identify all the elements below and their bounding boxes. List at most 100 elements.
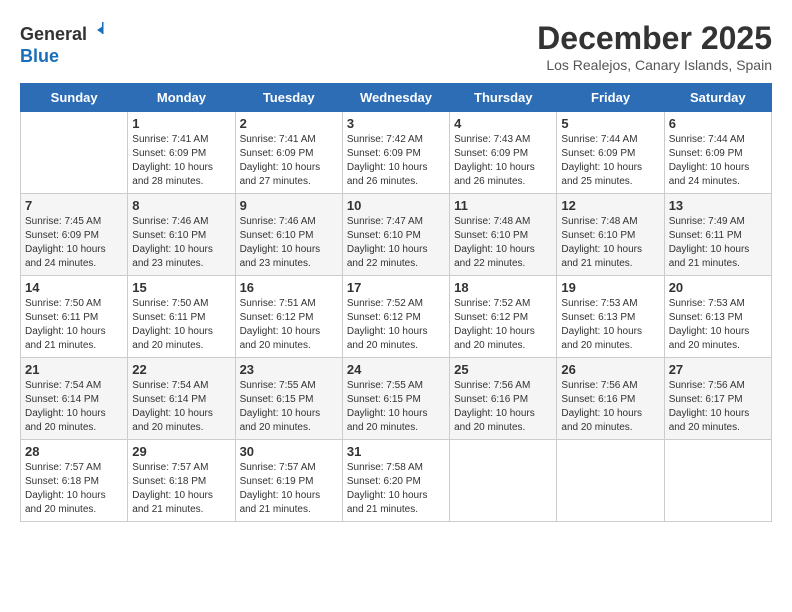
day-number: 23 <box>240 362 338 377</box>
day-number: 16 <box>240 280 338 295</box>
calendar-cell <box>664 440 771 522</box>
logo-blue: Blue <box>20 46 59 66</box>
location: Los Realejos, Canary Islands, Spain <box>537 57 772 73</box>
day-number: 25 <box>454 362 552 377</box>
day-number: 14 <box>25 280 123 295</box>
weekday-header-saturday: Saturday <box>664 84 771 112</box>
day-number: 20 <box>669 280 767 295</box>
day-number: 5 <box>561 116 659 131</box>
calendar-cell: 1Sunrise: 7:41 AM Sunset: 6:09 PM Daylig… <box>128 112 235 194</box>
day-number: 30 <box>240 444 338 459</box>
calendar-cell: 11 Sunrise: 7:48 AM Sunset: 6:10 PM Dayli… <box>450 194 557 276</box>
day-info: Sunrise: 7:48 AM Sunset: 6:10 PM Dayligh… <box>561 215 659 271</box>
calendar-cell: 14Sunrise: 7:50 AM Sunset: 6:11 PM Dayli… <box>21 276 128 358</box>
day-info: Sunrise: 7:56 AM Sunset: 6:17 PM Dayligh… <box>669 379 767 435</box>
day-info: Sunrise: 7:52 AM Sunset: 6:12 PM Dayligh… <box>454 297 552 353</box>
day-info: Sunrise: 7:54 AM Sunset: 6:14 PM Dayligh… <box>132 379 230 435</box>
day-info: Sunrise: 7:44 AM Sunset: 6:09 PM Dayligh… <box>561 133 659 189</box>
calendar-cell: 3Sunrise: 7:42 AM Sunset: 6:09 PM Daylig… <box>342 112 449 194</box>
day-number: 7 <box>25 198 123 213</box>
weekday-header-row: SundayMondayTuesdayWednesdayThursdayFrid… <box>21 84 772 112</box>
calendar-cell <box>557 440 664 522</box>
calendar-cell: 13 Sunrise: 7:49 AM Sunset: 6:11 PM Dayli… <box>664 194 771 276</box>
day-number: 24 <box>347 362 445 377</box>
calendar-cell: 9Sunrise: 7:46 AM Sunset: 6:10 PM Daylig… <box>235 194 342 276</box>
day-number: 26 <box>561 362 659 377</box>
day-info: Sunrise: 7:57 AM Sunset: 6:18 PM Dayligh… <box>132 461 230 517</box>
day-info: Sunrise: 7:46 AM Sunset: 6:10 PM Dayligh… <box>240 215 338 271</box>
day-info: Sunrise: 7:56 AM Sunset: 6:16 PM Dayligh… <box>454 379 552 435</box>
day-info: Sunrise: 7:53 AM Sunset: 6:13 PM Dayligh… <box>669 297 767 353</box>
day-info: Sunrise: 7:52 AM Sunset: 6:12 PM Dayligh… <box>347 297 445 353</box>
calendar-cell: 26 Sunrise: 7:56 AM Sunset: 6:16 PM Dayli… <box>557 358 664 440</box>
day-number: 11 <box>454 198 552 213</box>
day-info: Sunrise: 7:54 AM Sunset: 6:14 PM Dayligh… <box>25 379 123 435</box>
day-info: Sunrise: 7:47 AM Sunset: 6:10 PM Dayligh… <box>347 215 445 271</box>
week-row-1: 1Sunrise: 7:41 AM Sunset: 6:09 PM Daylig… <box>21 112 772 194</box>
month-title: December 2025 <box>537 20 772 57</box>
day-info: Sunrise: 7:51 AM Sunset: 6:12 PM Dayligh… <box>240 297 338 353</box>
day-number: 31 <box>347 444 445 459</box>
day-number: 18 <box>454 280 552 295</box>
calendar-cell <box>450 440 557 522</box>
weekday-header-sunday: Sunday <box>21 84 128 112</box>
day-info: Sunrise: 7:50 AM Sunset: 6:11 PM Dayligh… <box>132 297 230 353</box>
day-number: 17 <box>347 280 445 295</box>
day-number: 2 <box>240 116 338 131</box>
day-info: Sunrise: 7:57 AM Sunset: 6:19 PM Dayligh… <box>240 461 338 517</box>
day-info: Sunrise: 7:56 AM Sunset: 6:16 PM Dayligh… <box>561 379 659 435</box>
day-number: 4 <box>454 116 552 131</box>
day-number: 15 <box>132 280 230 295</box>
weekday-header-thursday: Thursday <box>450 84 557 112</box>
calendar-cell: 8Sunrise: 7:46 AM Sunset: 6:10 PM Daylig… <box>128 194 235 276</box>
day-info: Sunrise: 7:45 AM Sunset: 6:09 PM Dayligh… <box>25 215 123 271</box>
week-row-2: 7 Sunrise: 7:45 AM Sunset: 6:09 PM Daylig… <box>21 194 772 276</box>
day-number: 28 <box>25 444 123 459</box>
calendar-cell: 17 Sunrise: 7:52 AM Sunset: 6:12 PM Dayli… <box>342 276 449 358</box>
day-info: Sunrise: 7:53 AM Sunset: 6:13 PM Dayligh… <box>561 297 659 353</box>
day-info: Sunrise: 7:57 AM Sunset: 6:18 PM Dayligh… <box>25 461 123 517</box>
calendar-cell: 2Sunrise: 7:41 AM Sunset: 6:09 PM Daylig… <box>235 112 342 194</box>
calendar-cell <box>21 112 128 194</box>
calendar-cell: 16 Sunrise: 7:51 AM Sunset: 6:12 PM Dayli… <box>235 276 342 358</box>
logo-general: General <box>20 24 87 44</box>
calendar-cell: 21Sunrise: 7:54 AM Sunset: 6:14 PM Dayli… <box>21 358 128 440</box>
day-number: 19 <box>561 280 659 295</box>
calendar-cell: 18 Sunrise: 7:52 AM Sunset: 6:12 PM Dayli… <box>450 276 557 358</box>
calendar-cell: 30 Sunrise: 7:57 AM Sunset: 6:19 PM Dayli… <box>235 440 342 522</box>
day-info: Sunrise: 7:41 AM Sunset: 6:09 PM Dayligh… <box>132 133 230 189</box>
day-number: 12 <box>561 198 659 213</box>
day-info: Sunrise: 7:55 AM Sunset: 6:15 PM Dayligh… <box>240 379 338 435</box>
logo-flag-icon <box>89 20 109 40</box>
calendar-cell: 5 Sunrise: 7:44 AM Sunset: 6:09 PM Daylig… <box>557 112 664 194</box>
calendar-cell: 31 Sunrise: 7:58 AM Sunset: 6:20 PM Dayli… <box>342 440 449 522</box>
calendar-cell: 7 Sunrise: 7:45 AM Sunset: 6:09 PM Daylig… <box>21 194 128 276</box>
day-number: 3 <box>347 116 445 131</box>
week-row-5: 28 Sunrise: 7:57 AM Sunset: 6:18 PM Dayli… <box>21 440 772 522</box>
calendar-cell: 23 Sunrise: 7:55 AM Sunset: 6:15 PM Dayli… <box>235 358 342 440</box>
calendar-cell: 29Sunrise: 7:57 AM Sunset: 6:18 PM Dayli… <box>128 440 235 522</box>
calendar-cell: 10Sunrise: 7:47 AM Sunset: 6:10 PM Dayli… <box>342 194 449 276</box>
calendar-cell: 27Sunrise: 7:56 AM Sunset: 6:17 PM Dayli… <box>664 358 771 440</box>
weekday-header-tuesday: Tuesday <box>235 84 342 112</box>
day-number: 13 <box>669 198 767 213</box>
day-info: Sunrise: 7:48 AM Sunset: 6:10 PM Dayligh… <box>454 215 552 271</box>
title-area: December 2025 Los Realejos, Canary Islan… <box>537 20 772 73</box>
calendar-cell: 15 Sunrise: 7:50 AM Sunset: 6:11 PM Dayli… <box>128 276 235 358</box>
calendar-cell: 20 Sunrise: 7:53 AM Sunset: 6:13 PM Dayli… <box>664 276 771 358</box>
day-number: 8 <box>132 198 230 213</box>
weekday-header-wednesday: Wednesday <box>342 84 449 112</box>
logo: General Blue <box>20 20 109 67</box>
weekday-header-friday: Friday <box>557 84 664 112</box>
calendar-cell: 22 Sunrise: 7:54 AM Sunset: 6:14 PM Dayli… <box>128 358 235 440</box>
calendar-cell: 24 Sunrise: 7:55 AM Sunset: 6:15 PM Dayli… <box>342 358 449 440</box>
calendar-cell: 6 Sunrise: 7:44 AM Sunset: 6:09 PM Daylig… <box>664 112 771 194</box>
day-info: Sunrise: 7:55 AM Sunset: 6:15 PM Dayligh… <box>347 379 445 435</box>
calendar-cell: 19 Sunrise: 7:53 AM Sunset: 6:13 PM Dayli… <box>557 276 664 358</box>
day-info: Sunrise: 7:44 AM Sunset: 6:09 PM Dayligh… <box>669 133 767 189</box>
day-info: Sunrise: 7:58 AM Sunset: 6:20 PM Dayligh… <box>347 461 445 517</box>
day-info: Sunrise: 7:49 AM Sunset: 6:11 PM Dayligh… <box>669 215 767 271</box>
day-number: 6 <box>669 116 767 131</box>
day-number: 22 <box>132 362 230 377</box>
calendar-cell: 28 Sunrise: 7:57 AM Sunset: 6:18 PM Dayli… <box>21 440 128 522</box>
